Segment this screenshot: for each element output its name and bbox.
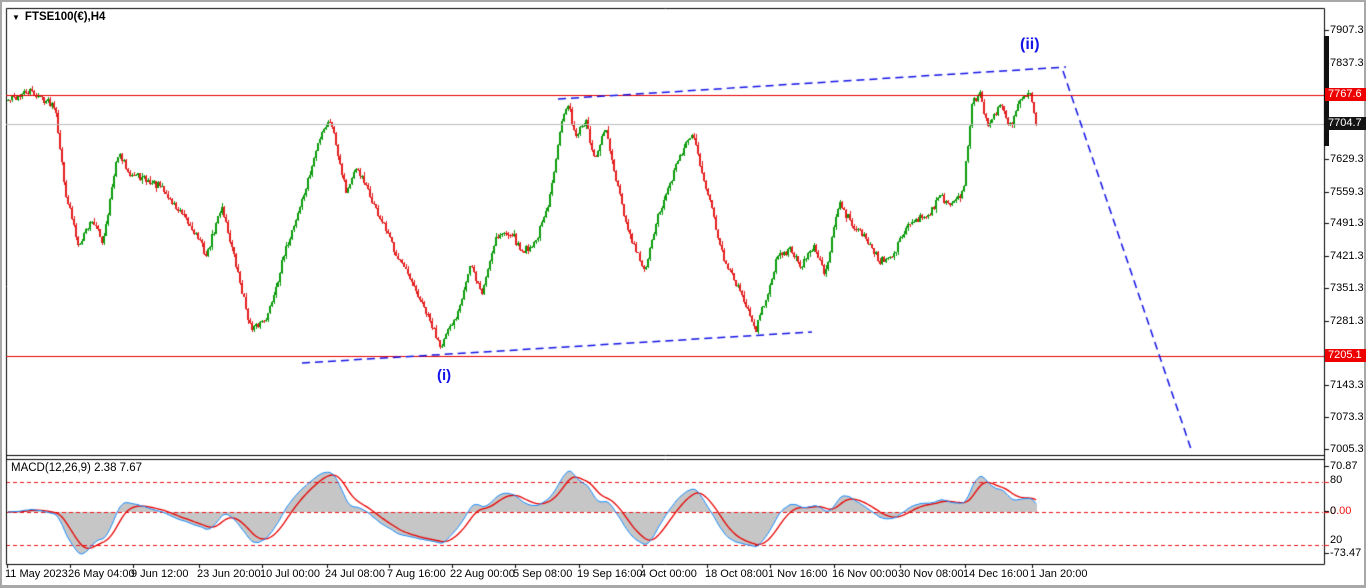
time-axis-label: 18 Oct 08:00 [705, 568, 768, 580]
time-axis-label: 1 Nov 16:00 [768, 568, 828, 580]
pane-splitter[interactable] [6, 455, 1324, 460]
macd-axis-label: -73.47 [1330, 547, 1362, 559]
price-tick-label: 7281.3 [1330, 315, 1364, 327]
macd-axis-label: 0 [1330, 505, 1337, 517]
time-axis-label: 11 May 2023 [5, 568, 68, 580]
price-tick-label: 7351.3 [1330, 282, 1364, 294]
symbol-dropdown-icon[interactable]: ▼ [12, 13, 20, 22]
price-tick-label: 7005.3 [1330, 443, 1364, 455]
wave-i-label[interactable]: (i) [437, 367, 451, 384]
wave-ii-label[interactable]: (ii) [1020, 36, 1040, 54]
price-tick-label: 7837.3 [1330, 57, 1364, 69]
price-badge-7767.6: 7767.6 [1325, 88, 1366, 101]
time-axis-label: 5 Sep 08:00 [513, 568, 573, 580]
time-axis-label: 19 Sep 16:00 [577, 568, 643, 580]
price-tick-label: 7559.3 [1330, 186, 1364, 198]
price-tick-label: 7421.3 [1330, 250, 1364, 262]
symbol-header: ▼ FTSE100(€),H4 [12, 11, 105, 23]
price-badge-7205.1: 7205.1 [1325, 349, 1366, 362]
price-tick-label: 7629.3 [1330, 153, 1364, 165]
symbol-label: FTSE100(€),H4 [24, 11, 106, 23]
time-axis-label: 16 Nov 00:00 [832, 568, 898, 580]
price-tick-label: 7143.3 [1330, 379, 1364, 391]
macd-axis-label: 20 [1330, 534, 1343, 546]
time-axis-label: 9 Jun 12:00 [131, 568, 189, 580]
window-border-left [0, 0, 2, 588]
time-axis-label: 26 May 04:00 [68, 568, 135, 580]
time-axis-label: 22 Aug 00:00 [450, 568, 515, 580]
macd-axis-label: 70.87 [1330, 460, 1358, 472]
price-badge-7704.7: 7704.7 [1325, 117, 1366, 130]
window-border-top [0, 0, 1366, 2]
time-axis-label: 7 Aug 16:00 [387, 568, 446, 580]
price-tick-label: 7491.3 [1330, 217, 1364, 229]
chart-window: ▼ FTSE100(€),H4 MACD(12,26,9) 2.38 7.67 … [0, 0, 1366, 588]
price-tick-label: 7073.3 [1330, 411, 1364, 423]
time-axis-label: 23 Jun 20:00 [197, 568, 261, 580]
time-axis-label: 10 Jul 00:00 [260, 568, 320, 580]
macd-indicator-label: MACD(12,26,9) 2.38 7.67 [11, 462, 143, 474]
main-chart-pane[interactable] [8, 8, 1324, 455]
time-axis-label: 4 Oct 00:00 [640, 568, 697, 580]
price-tick-label: 7907.3 [1330, 24, 1364, 36]
time-axis-label: 14 Dec 16:00 [963, 568, 1029, 580]
time-axis-label: 30 Nov 08:00 [898, 568, 964, 580]
time-axis-label: 1 Jan 20:00 [1030, 568, 1088, 580]
time-axis-label: 24 Jul 08:00 [325, 568, 385, 580]
macd-axis-label: 80 [1330, 474, 1343, 486]
macd-pane[interactable] [8, 459, 1324, 564]
